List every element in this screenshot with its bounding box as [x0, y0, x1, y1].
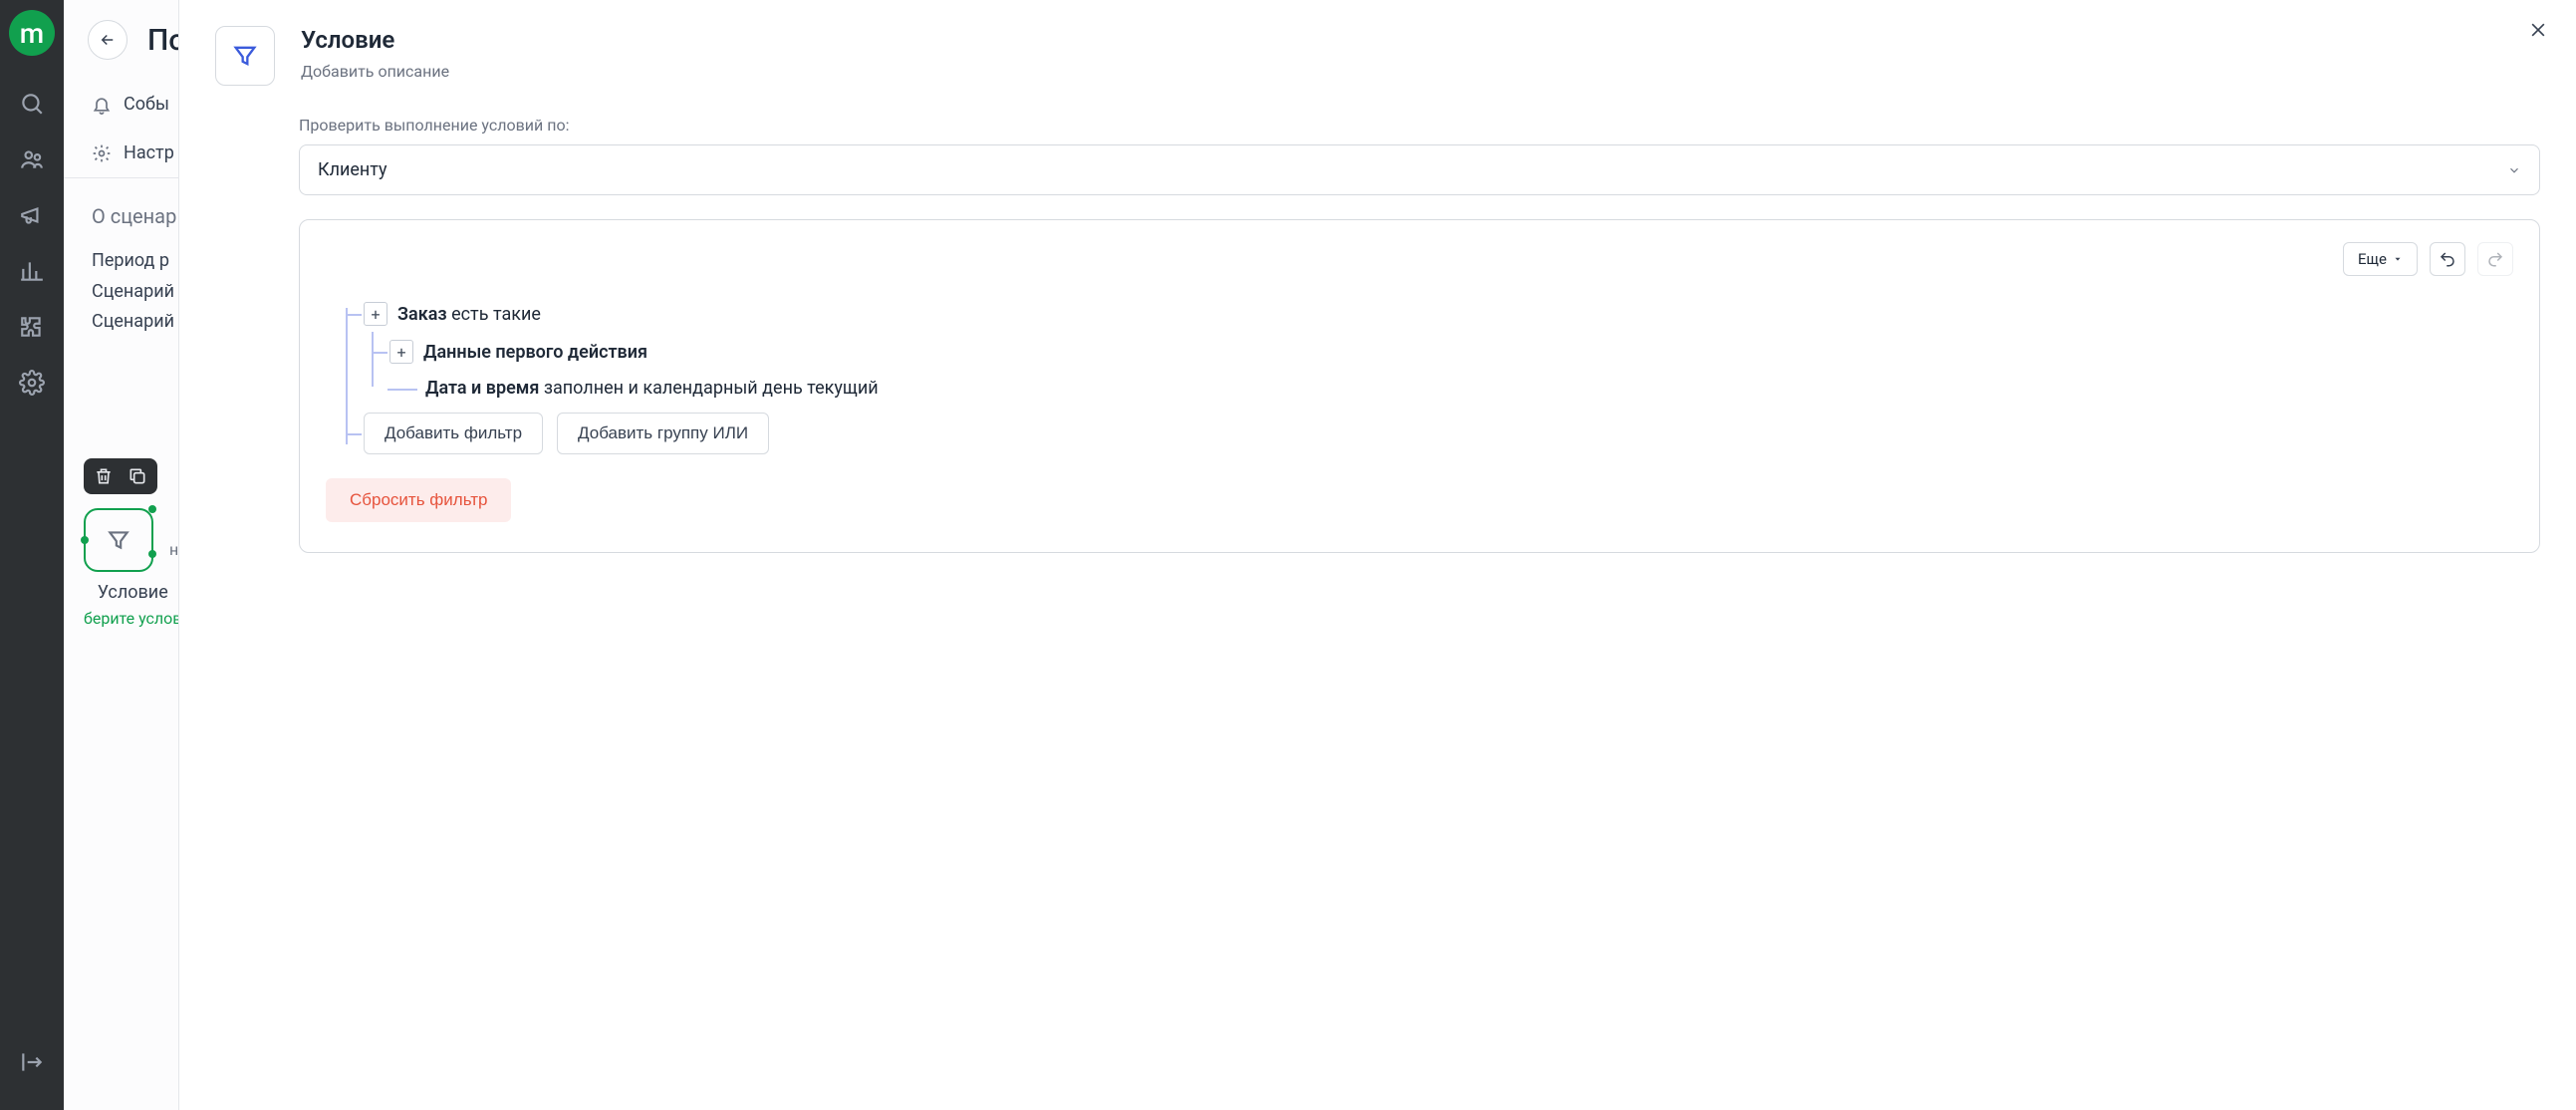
rail-campaigns[interactable] — [0, 187, 64, 243]
filter-entity: Данные первого действия — [423, 342, 647, 363]
filter-condition-text: есть такие — [451, 304, 541, 325]
rail-collapse[interactable] — [0, 1034, 64, 1090]
filter-row-datetime[interactable]: Дата и время заполнен и календарный день… — [387, 378, 2513, 399]
filter-builder: Еще + Заказ есть такие — [299, 219, 2540, 553]
select-label: Проверить выполнение условий по: — [299, 116, 2540, 135]
filter-entity: Заказ — [397, 304, 447, 325]
panel-title: Условие — [301, 26, 449, 54]
gear-icon — [19, 370, 45, 396]
back-button[interactable] — [88, 20, 128, 60]
node-branch-label: не — [169, 540, 179, 559]
puzzle-icon — [19, 314, 45, 340]
rail-reports[interactable] — [0, 243, 64, 299]
bell-icon — [92, 95, 112, 115]
more-button[interactable]: Еще — [2343, 242, 2418, 276]
redo-icon — [2486, 250, 2504, 268]
connector-dot — [148, 550, 156, 558]
close-icon — [2528, 20, 2548, 40]
rail-integrations[interactable] — [0, 299, 64, 355]
trash-icon[interactable] — [94, 466, 114, 486]
reset-filter-button[interactable]: Сбросить фильтр — [326, 478, 511, 522]
panel-icon-box — [215, 26, 275, 86]
filter-icon — [106, 527, 131, 553]
connector-dot — [81, 536, 89, 544]
close-button[interactable] — [2528, 20, 2548, 44]
expand-button[interactable]: + — [364, 302, 387, 326]
rail-audience[interactable] — [0, 132, 64, 187]
node-sublabel[interactable]: берите услов — [84, 609, 179, 628]
bar-chart-icon — [19, 258, 45, 284]
people-icon — [19, 146, 45, 172]
tab-settings[interactable]: Настр — [64, 129, 178, 177]
rail-settings[interactable] — [0, 355, 64, 411]
node-toolbar — [84, 458, 157, 494]
collapse-icon — [19, 1049, 45, 1075]
select-value: Клиенту — [318, 159, 387, 180]
expand-button[interactable]: + — [389, 340, 413, 364]
add-or-group-button[interactable]: Добавить группу ИЛИ — [557, 413, 769, 454]
connector-dot — [148, 505, 156, 513]
node-label: Условие — [84, 582, 179, 603]
undo-button[interactable] — [2430, 242, 2465, 276]
megaphone-icon — [19, 202, 45, 228]
scenario-back-panel: По Собы Настр О сценар Период р Сценарий… — [64, 0, 179, 1110]
filter-condition-text: заполнен и календарный день текущий — [544, 378, 879, 399]
flow-node-condition[interactable] — [84, 508, 153, 572]
rail-search[interactable] — [0, 76, 64, 132]
arrow-left-icon — [99, 31, 117, 49]
undo-icon — [2439, 250, 2456, 268]
condition-panel: Условие Добавить описание Проверить выпо… — [179, 0, 2576, 1110]
logo: m — [9, 10, 55, 56]
page-title: По — [147, 23, 179, 58]
add-description[interactable]: Добавить описание — [301, 62, 449, 81]
redo-button — [2477, 242, 2513, 276]
copy-icon[interactable] — [128, 466, 147, 486]
filter-row-first-action[interactable]: + Данные первого действия — [362, 340, 2513, 364]
search-icon — [19, 91, 45, 117]
canvas-text: Период р — [92, 246, 178, 277]
entity-select[interactable]: Клиенту — [299, 144, 2540, 195]
filter-row-order[interactable]: + Заказ есть такие — [336, 302, 2513, 326]
more-label: Еще — [2358, 250, 2387, 268]
canvas-text: Сценарий — [92, 277, 178, 308]
tab-label: Настр — [124, 142, 174, 163]
tab-label: Собы — [124, 94, 169, 115]
flow-node-wrap: не Условие берите услов — [84, 458, 179, 628]
chevron-down-icon — [2507, 163, 2521, 177]
gear-icon — [92, 143, 112, 163]
tab-events[interactable]: Собы — [64, 80, 178, 129]
filter-icon — [231, 42, 259, 70]
canvas-text: Сценарий — [92, 307, 178, 338]
left-rail: m — [0, 0, 64, 1110]
canvas-heading: О сценар — [92, 204, 178, 228]
add-filter-button[interactable]: Добавить фильтр — [364, 413, 543, 454]
caret-down-icon — [2393, 254, 2403, 264]
filter-field: Дата и время — [425, 378, 539, 399]
